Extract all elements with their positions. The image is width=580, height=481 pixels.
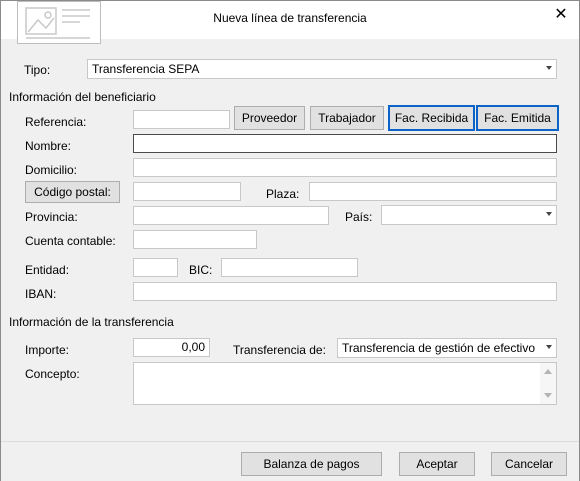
referencia-label: Referencia:	[25, 115, 87, 129]
nombre-label: Nombre:	[25, 139, 72, 153]
transferencia-de-label: Transferencia de:	[233, 343, 326, 357]
document-image-icon	[17, 1, 101, 44]
fac-recibida-button[interactable]: Fac. Recibida	[388, 105, 475, 131]
concepto-label: Concepto:	[25, 367, 80, 381]
dialog-window: Nueva línea de transferencia ✕ Tipo: Tra…	[0, 0, 580, 481]
transferencia-de-select[interactable]: Transferencia de gestión de efectivo	[337, 338, 557, 358]
chevron-down-icon	[546, 66, 552, 70]
plaza-label: Plaza:	[266, 187, 300, 201]
trabajador-button[interactable]: Trabajador	[310, 106, 384, 130]
tipo-label: Tipo:	[24, 63, 51, 77]
importe-input[interactable]: 0,00	[133, 338, 210, 357]
beneficiario-section-title: Información del beneficiario	[9, 90, 156, 104]
scroll-down-icon[interactable]	[544, 393, 552, 398]
codigo-postal-button[interactable]: Código postal:	[25, 181, 120, 203]
domicilio-input[interactable]	[133, 158, 557, 177]
cancelar-button[interactable]: Cancelar	[491, 452, 567, 476]
cuenta-contable-input[interactable]	[133, 230, 257, 249]
concepto-scrollbar[interactable]	[540, 363, 556, 404]
chevron-down-icon	[546, 345, 552, 349]
provincia-input[interactable]	[133, 206, 329, 225]
close-icon[interactable]: ✕	[551, 5, 571, 25]
entidad-input[interactable]	[133, 258, 178, 277]
referencia-input[interactable]	[133, 110, 230, 129]
pais-label: País:	[345, 210, 373, 224]
importe-label: Importe:	[25, 343, 70, 357]
iban-label: IBAN:	[25, 287, 57, 301]
transferencia-de-value: Transferencia de gestión de efectivo	[342, 341, 536, 355]
pais-select[interactable]	[381, 205, 557, 225]
bic-input[interactable]	[221, 258, 358, 277]
concepto-textarea[interactable]	[133, 362, 557, 405]
domicilio-label: Domicilio:	[25, 163, 78, 177]
tipo-select[interactable]: Transferencia SEPA	[87, 59, 557, 79]
bic-label: BIC:	[189, 263, 213, 277]
entidad-label: Entidad:	[25, 263, 70, 277]
aceptar-button[interactable]: Aceptar	[399, 452, 475, 476]
provincia-label: Provincia:	[25, 210, 78, 224]
fac-emitida-button[interactable]: Fac. Emitida	[476, 105, 559, 131]
iban-input[interactable]	[133, 282, 557, 301]
codigo-postal-input[interactable]	[133, 182, 241, 201]
scroll-up-icon[interactable]	[544, 369, 552, 374]
transferencia-section-title: Información de la transferencia	[9, 315, 174, 329]
nombre-input[interactable]	[133, 134, 557, 153]
balanza-de-pagos-button[interactable]: Balanza de pagos	[241, 452, 382, 476]
tipo-value: Transferencia SEPA	[92, 62, 200, 76]
plaza-input[interactable]	[309, 182, 557, 201]
proveedor-button[interactable]: Proveedor	[234, 106, 305, 130]
cuenta-contable-label: Cuenta contable:	[25, 234, 116, 248]
chevron-down-icon	[546, 212, 552, 216]
footer-bar: Balanza de pagos Aceptar Cancelar	[1, 441, 579, 481]
